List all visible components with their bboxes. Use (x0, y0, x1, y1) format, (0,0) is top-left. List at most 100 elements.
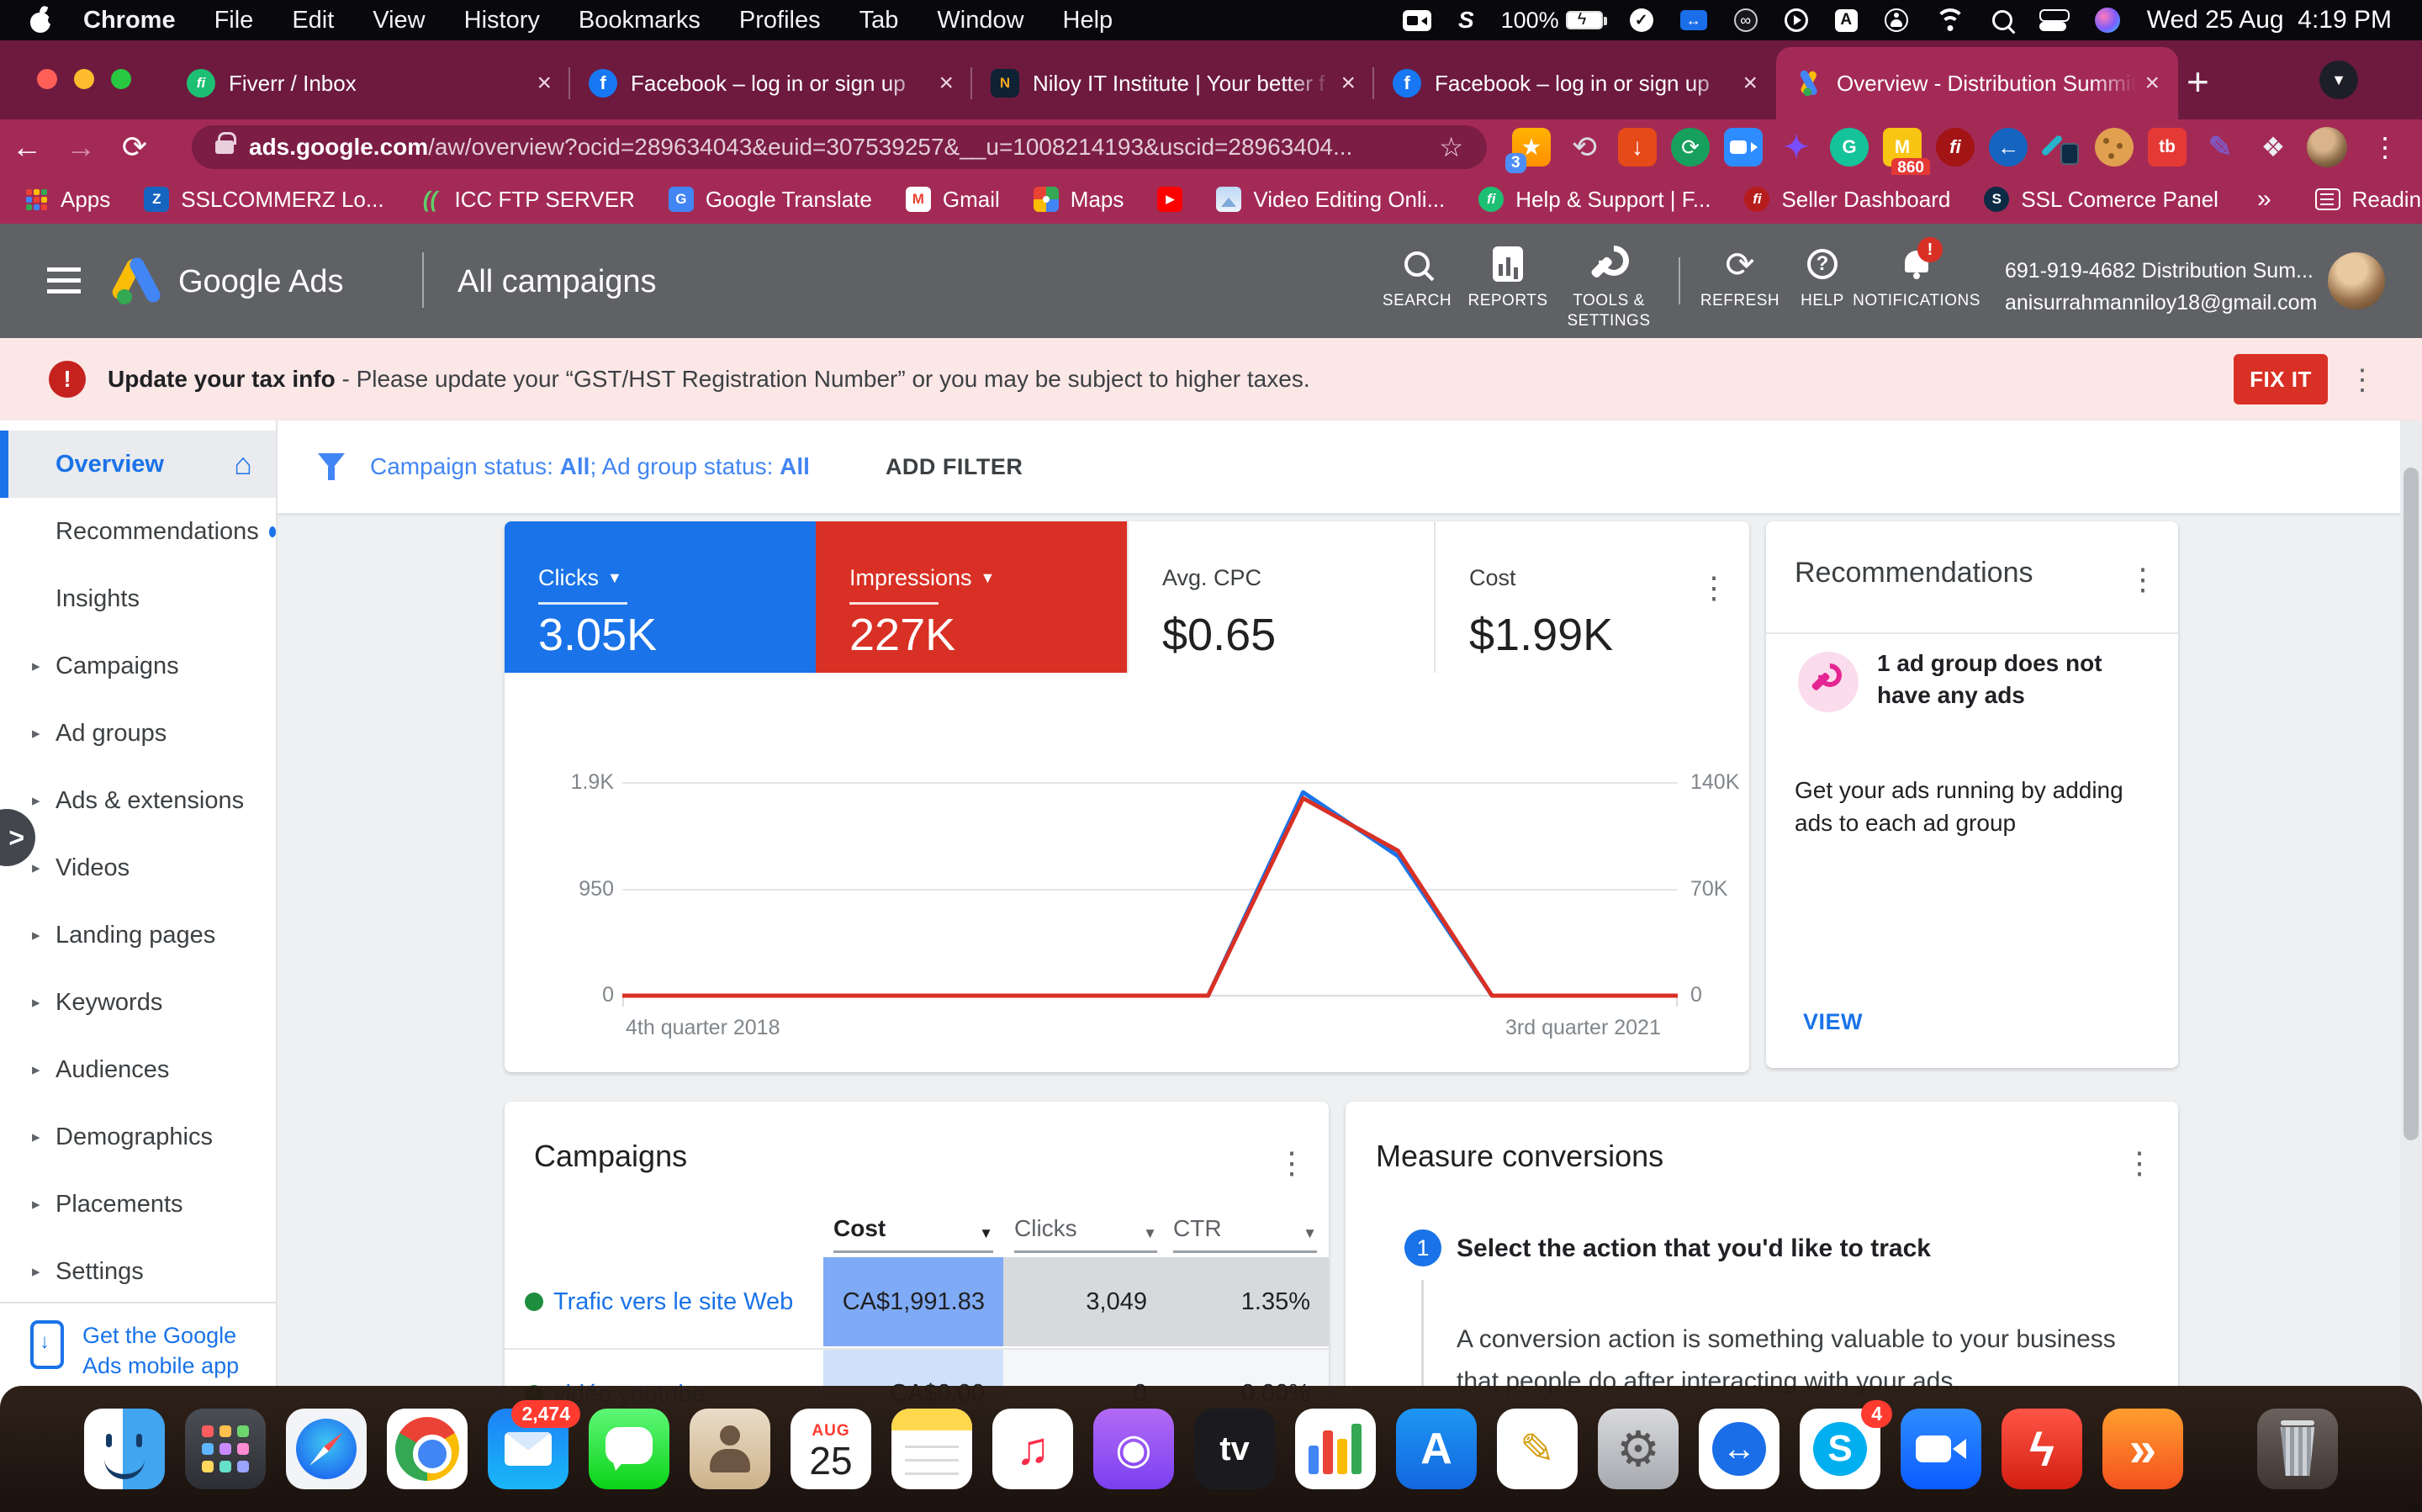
cookie-extension-icon[interactable] (2095, 128, 2134, 167)
hamburger-menu-icon[interactable] (47, 267, 81, 294)
ctr-cell[interactable]: 1.35% (1166, 1257, 1329, 1346)
menu-view[interactable]: View (353, 7, 444, 34)
arrow-extension-icon[interactable]: ← (1989, 128, 2028, 167)
podcasts-icon[interactable]: ◉ (1093, 1409, 1174, 1489)
accessibility-icon[interactable] (1885, 8, 1908, 32)
new-tab-button[interactable]: + (2187, 59, 2209, 104)
menu-file[interactable]: File (195, 7, 273, 34)
teamviewer-status-icon[interactable]: ↔ (1680, 10, 1707, 30)
tab-close-icon[interactable]: × (939, 69, 954, 98)
calendar-icon[interactable]: AUG25 (791, 1409, 871, 1489)
clicks-impressions-chart[interactable] (622, 780, 1678, 999)
account-info[interactable]: 691-919-4682 Distribution Sum... anisurr… (2005, 256, 2317, 319)
launchpad-icon[interactable] (185, 1409, 266, 1489)
sidebar-item-keywords[interactable]: ▸Keywords (0, 969, 276, 1036)
sidebar-item-ad-groups[interactable]: ▸Ad groups (0, 700, 276, 767)
spark-extension-icon[interactable]: ✦ (1777, 128, 1816, 167)
menu-chrome[interactable]: Chrome (64, 7, 195, 34)
sidebar-item-ads-extensions[interactable]: ▸Ads & extensions (0, 767, 276, 834)
impressions-scorecard[interactable]: Impressions▼ 227K (816, 521, 1127, 673)
m-extension-icon[interactable]: M860 (1883, 128, 1922, 167)
sidebar-item-demographics[interactable]: ▸Demographics (0, 1103, 276, 1171)
dropdown-arrow-icon[interactable]: ▼ (981, 569, 996, 587)
bookmark-sslcommerz[interactable]: ZSSLCOMMERZ Lo... (144, 187, 383, 213)
reload-button[interactable]: ⟳ (108, 130, 161, 165)
bookmarks-overflow-chevron[interactable]: » (2257, 185, 2271, 214)
chrome-menu-icon[interactable]: ⋮ (2372, 131, 2398, 163)
recommendations-menu-icon[interactable]: ⋮ (2128, 562, 2158, 597)
tab-close-icon[interactable]: × (1341, 69, 1356, 98)
tab-facebook-1[interactable]: f Facebook – log in or sign up × (570, 47, 972, 119)
apple-menu-icon[interactable] (30, 8, 52, 33)
download-indicator-icon[interactable]: ▼ (2319, 61, 2358, 99)
grammarly-extension-icon[interactable]: G (1830, 128, 1869, 167)
back-button[interactable]: ← (0, 130, 54, 165)
a-app-status-icon[interactable]: A (1835, 9, 1858, 32)
recommendation-item-title[interactable]: 1 ad group does not have any ads (1877, 648, 2155, 711)
mobile-app-promo[interactable]: Get the Google Ads mobile app (0, 1302, 276, 1382)
bookmark-maps[interactable]: Maps (1034, 187, 1124, 213)
avg-cpc-scorecard[interactable]: Avg. CPC $0.65 (1127, 521, 1434, 673)
menu-clock[interactable]: Wed 25 Aug 4:19 PM (2147, 6, 2392, 34)
minimize-window-button[interactable] (74, 69, 94, 89)
tab-close-icon[interactable]: × (537, 69, 552, 98)
campaign-link[interactable]: Trafic vers le site Web (553, 1288, 793, 1316)
extensions-puzzle-icon[interactable]: ❖ (2254, 128, 2292, 167)
play-status-icon[interactable] (1785, 8, 1808, 32)
tab-close-icon[interactable]: × (2144, 69, 2160, 98)
downloader-extension-icon[interactable]: ↓ (1618, 128, 1657, 167)
bookmark-youtube[interactable]: ▶ (1157, 187, 1182, 212)
tab-facebook-2[interactable]: f Facebook – log in or sign up × (1374, 47, 1776, 119)
red-lightning-app-icon[interactable]: ϟ (2002, 1409, 2082, 1489)
tab-google-ads-active[interactable]: Overview - Distribution Summit × (1776, 47, 2178, 119)
page-scrollbar[interactable] (2400, 420, 2422, 1512)
refresh-extension-icon[interactable]: ⟳ (1671, 128, 1710, 167)
reading-list-button[interactable]: Reading List (2315, 187, 2422, 213)
finder-icon[interactable] (84, 1409, 165, 1489)
address-bar[interactable]: ads.google.com/aw/overview?ocid=28963404… (192, 125, 1487, 169)
contacts-icon[interactable] (690, 1409, 770, 1489)
column-header-cost[interactable]: Cost▼ (833, 1201, 993, 1253)
bookmark-google-translate[interactable]: GGoogle Translate (669, 187, 872, 213)
bookmark-help-support[interactable]: fiHelp & Support | F... (1478, 187, 1711, 213)
add-filter-button[interactable]: ADD FILTER (886, 454, 1023, 480)
wifi-icon[interactable] (1935, 8, 1965, 32)
bookmark-seller-dashboard[interactable]: fiSeller Dashboard (1744, 187, 1950, 213)
menu-profiles[interactable]: Profiles (720, 7, 840, 34)
cost-cell[interactable]: CA$1,991.83 (823, 1257, 1003, 1346)
fiverr-extension-icon[interactable]: fi (1936, 128, 1975, 167)
bookmark-icc-ftp[interactable]: ((ICC FTP SERVER (418, 187, 635, 213)
teamviewer-icon[interactable] (1699, 1409, 1779, 1489)
forward-button[interactable]: → (54, 130, 108, 165)
bookmark-video-editing[interactable]: Video Editing Onli... (1216, 187, 1445, 213)
fix-it-button[interactable]: FIX IT (2234, 354, 2328, 404)
banner-menu-icon[interactable]: ⋮ (2348, 363, 2377, 397)
sidebar-item-landing-pages[interactable]: ▸Landing pages (0, 901, 276, 969)
color-picker-extension-icon[interactable] (2042, 128, 2081, 167)
trash-icon[interactable] (2257, 1409, 2338, 1489)
sidebar-item-audiences[interactable]: ▸Audiences (0, 1036, 276, 1103)
bookmark-star-icon[interactable]: ☆ (1439, 131, 1463, 163)
menu-bookmarks[interactable]: Bookmarks (559, 7, 720, 34)
sidebar-item-campaigns[interactable]: ▸Campaigns (0, 632, 276, 700)
control-center-icon[interactable] (2039, 9, 2068, 31)
messages-icon[interactable] (589, 1409, 669, 1489)
dropdown-arrow-icon[interactable]: ▼ (607, 569, 622, 587)
sidebar-item-videos[interactable]: ▸Videos (0, 834, 276, 901)
campaigns-menu-icon[interactable]: ⋮ (1277, 1145, 1307, 1181)
notifications-action[interactable]: ! NOTIFICATIONS (1862, 246, 1971, 311)
sidebar-item-insights[interactable]: Insights (0, 565, 276, 632)
sidebar-item-settings[interactable]: ▸Settings (0, 1238, 276, 1305)
app-store-icon[interactable]: A (1396, 1409, 1477, 1489)
tab-fiverr-inbox[interactable]: fi Fiverr / Inbox × (168, 47, 570, 119)
notes-icon[interactable] (891, 1409, 972, 1489)
lock-icon[interactable] (215, 140, 234, 154)
quill-extension-icon[interactable]: ✎ (2201, 128, 2240, 167)
bookmark-apps[interactable]: Apps (24, 187, 110, 213)
shortcut-app-icon[interactable]: S (1458, 7, 1474, 34)
system-preferences-icon[interactable]: ⚙ (1598, 1409, 1679, 1489)
shareit-icon[interactable]: » (2102, 1409, 2183, 1489)
bookmark-ssl-comerce[interactable]: SSSL Comerce Panel (1984, 187, 2218, 213)
sidebar-item-recommendations[interactable]: Recommendations (0, 498, 276, 565)
tab-niloy-it[interactable]: N Niloy IT Institute | Your better f × (972, 47, 1374, 119)
